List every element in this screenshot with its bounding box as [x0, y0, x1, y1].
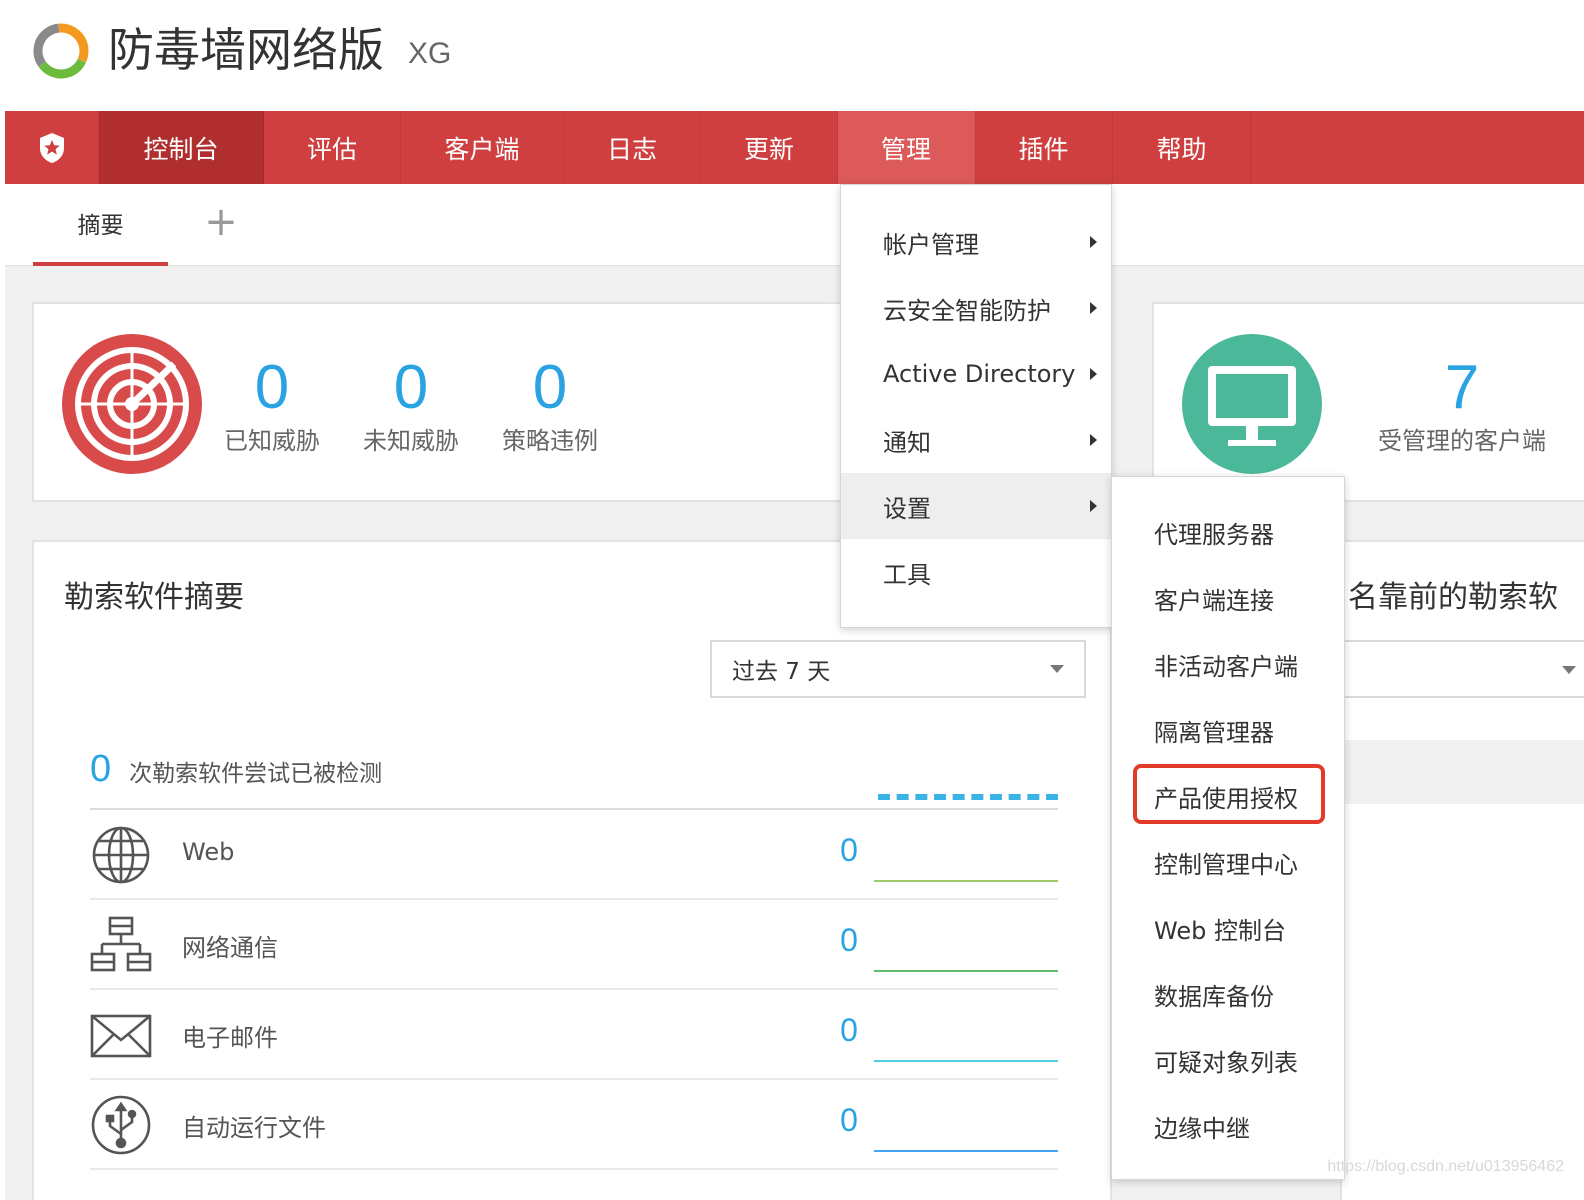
ransomware-summary-widget: 勒索软件摘要 过去 7 天 0 次勒索软件尝试已被检测 Web 0 网络通信 0…	[32, 540, 1112, 1200]
top-ransomware-range-select[interactable]	[1342, 640, 1584, 698]
caret-right-icon	[1090, 302, 1097, 314]
vector-count[interactable]: 0	[834, 832, 864, 869]
menu-item-label: 通知	[883, 428, 931, 457]
menu-item-settings[interactable]: 设置	[841, 473, 1111, 539]
submenu-item-inactive-agents[interactable]: 非活动客户端	[1112, 631, 1344, 697]
ransomware-detected-text: 次勒索软件尝试已被检测	[129, 761, 383, 787]
nav-agents[interactable]: 客户端	[401, 111, 564, 184]
chevron-down-icon	[1562, 666, 1576, 674]
ransomware-summary-title: 勒索软件摘要	[64, 580, 244, 615]
vector-name: Web	[182, 838, 235, 866]
managed-clients-widget: 7 受管理的客户端	[1152, 302, 1584, 502]
menu-item-label: 云安全智能防护	[883, 296, 1051, 325]
nav-home-button[interactable]	[5, 111, 99, 184]
submenu-item-control-manager[interactable]: 控制管理中心	[1112, 829, 1344, 895]
menu-item-accounts[interactable]: 帐户管理	[841, 209, 1111, 275]
time-range-select[interactable]: 过去 7 天	[710, 640, 1086, 698]
vector-sparkline	[874, 880, 1058, 882]
caret-right-icon	[1090, 434, 1097, 446]
unknown-threats-stat[interactable]: 0 未知威胁	[341, 352, 481, 458]
managed-clients-stat[interactable]: 7 受管理的客户端	[1362, 352, 1562, 458]
top-ransomware-title: 名靠前的勒索软	[1348, 580, 1558, 615]
known-threats-stat[interactable]: 0 已知威胁	[202, 352, 342, 458]
radar-icon	[62, 334, 202, 474]
managed-clients-count: 7	[1444, 353, 1480, 422]
vector-row-network: 网络通信 0	[90, 900, 1058, 990]
menu-item-active-directory[interactable]: Active Directory	[841, 341, 1111, 407]
dashboard-tabs: 摘要 +	[5, 184, 1584, 266]
menu-item-tools[interactable]: 工具	[841, 539, 1111, 605]
usb-icon	[91, 1095, 151, 1155]
caret-right-icon	[1090, 368, 1097, 380]
app-header: 防毒墙网络版 XG	[0, 0, 1584, 110]
tab-summary[interactable]: 摘要	[33, 184, 168, 266]
policy-violations-count: 0	[532, 353, 568, 422]
ransomware-detected-count[interactable]: 0	[90, 748, 111, 791]
app-title: 防毒墙网络版	[108, 23, 384, 77]
watermark-text: https://blog.csdn.net/u013956462	[1327, 1158, 1564, 1175]
administration-menu: 帐户管理 云安全智能防护 Active Directory 通知 设置 工具	[840, 184, 1112, 628]
time-range-value: 过去 7 天	[732, 659, 831, 685]
policy-violations-stat[interactable]: 0 策略违例	[480, 352, 620, 458]
ransomware-detected-summary: 0 次勒索软件尝试已被检测	[90, 748, 382, 791]
trend-logo-icon	[33, 23, 89, 79]
vector-sparkline	[874, 1150, 1058, 1152]
chevron-down-icon	[1050, 665, 1064, 673]
nav-administration[interactable]: 管理	[838, 111, 975, 184]
caret-right-icon	[1090, 236, 1097, 248]
vector-sparkline	[874, 970, 1058, 972]
vector-sparkline	[874, 1060, 1058, 1062]
submenu-item-agent-connection[interactable]: 客户端连接	[1112, 565, 1344, 631]
submenu-item-database-backup[interactable]: 数据库备份	[1112, 961, 1344, 1027]
app-edition: XG	[408, 37, 452, 70]
envelope-icon	[90, 1014, 152, 1058]
vector-count[interactable]: 0	[834, 922, 864, 959]
nav-updates[interactable]: 更新	[701, 111, 838, 184]
vector-count[interactable]: 0	[834, 1102, 864, 1139]
add-tab-button[interactable]: +	[201, 202, 241, 242]
menu-item-label: Active Directory	[883, 360, 1076, 388]
vector-name: 网络通信	[182, 934, 278, 962]
settings-submenu: 代理服务器 客户端连接 非活动客户端 隔离管理器 产品使用授权 控制管理中心 W…	[1111, 476, 1345, 1180]
top-ransomware-table-header	[1342, 740, 1584, 804]
submenu-item-proxy[interactable]: 代理服务器	[1112, 499, 1344, 565]
ransomware-trend-sparkline	[878, 794, 1058, 800]
submenu-item-product-license[interactable]: 产品使用授权	[1112, 763, 1344, 829]
vector-row-autorun: 自动运行文件 0	[90, 1080, 1058, 1170]
menu-item-notifications[interactable]: 通知	[841, 407, 1111, 473]
caret-right-icon	[1090, 500, 1097, 512]
network-icon	[90, 916, 152, 972]
menu-item-label: 设置	[883, 494, 931, 523]
managed-clients-label: 受管理的客户端	[1378, 427, 1546, 455]
vector-row-email: 电子邮件 0	[90, 990, 1058, 1080]
threat-status-widget: 0 已知威胁 0 未知威胁 0 策略违例	[32, 302, 852, 502]
vector-name: 电子邮件	[182, 1024, 278, 1052]
nav-assess[interactable]: 评估	[264, 111, 401, 184]
menu-item-smart-protection[interactable]: 云安全智能防护	[841, 275, 1111, 341]
nav-logs[interactable]: 日志	[564, 111, 701, 184]
submenu-item-suspicious-objects[interactable]: 可疑对象列表	[1112, 1027, 1344, 1093]
top-ransomware-widget: 名靠前的勒索软	[1340, 540, 1584, 1200]
main-nav: 控制台 评估 客户端 日志 更新 管理 插件 帮助	[5, 111, 1584, 184]
known-threats-count: 0	[254, 353, 290, 422]
menu-item-label: 工具	[883, 560, 931, 589]
vector-row-web: Web 0	[90, 810, 1058, 900]
known-threats-label: 已知威胁	[224, 427, 320, 455]
submenu-item-quarantine-manager[interactable]: 隔离管理器	[1112, 697, 1344, 763]
globe-icon	[92, 826, 150, 884]
submenu-item-web-console[interactable]: Web 控制台	[1112, 895, 1344, 961]
submenu-item-edge-relay[interactable]: 边缘中继	[1112, 1093, 1344, 1159]
vector-name: 自动运行文件	[182, 1114, 326, 1142]
menu-item-label: 帐户管理	[883, 230, 979, 259]
nav-help[interactable]: 帮助	[1113, 111, 1251, 184]
shield-star-icon	[39, 132, 64, 163]
unknown-threats-count: 0	[393, 353, 429, 422]
vector-count[interactable]: 0	[834, 1012, 864, 1049]
unknown-threats-label: 未知威胁	[363, 427, 459, 455]
nav-plugins[interactable]: 插件	[975, 111, 1113, 184]
nav-dashboard[interactable]: 控制台	[99, 111, 264, 184]
monitor-icon	[1182, 334, 1322, 474]
policy-violations-label: 策略违例	[502, 427, 598, 455]
